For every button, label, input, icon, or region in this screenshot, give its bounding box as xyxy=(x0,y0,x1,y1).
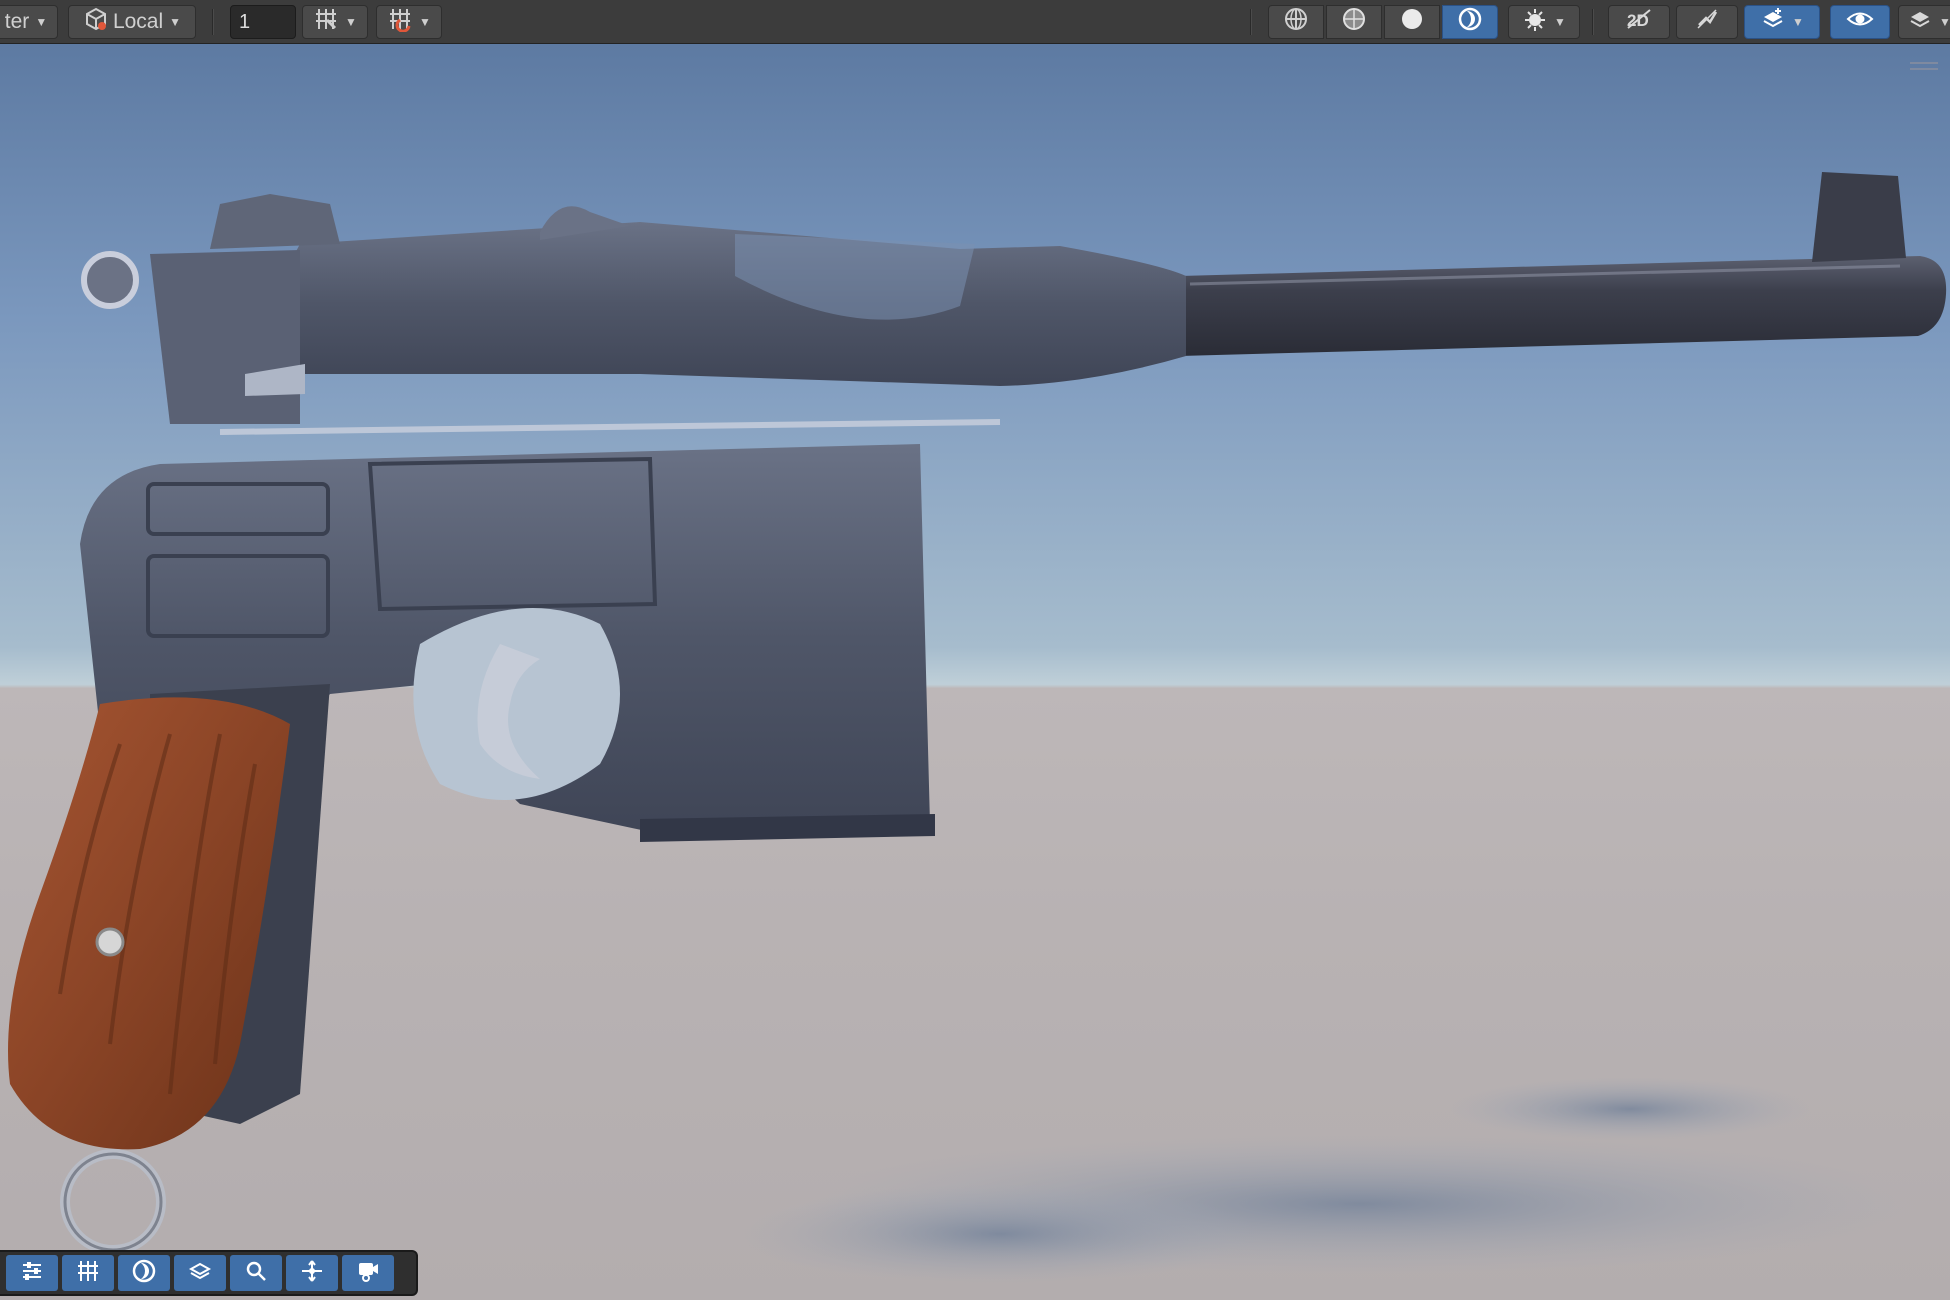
grid-size-field[interactable]: 1 xyxy=(230,5,296,39)
2d-mode-button[interactable]: 2D xyxy=(1608,5,1670,39)
effects-dropdown[interactable]: ▼ xyxy=(1508,5,1580,39)
chevron-down-icon: ▼ xyxy=(169,15,182,29)
audio-mute-icon xyxy=(1694,6,1720,38)
scene-render xyxy=(8,172,1947,1284)
toolbar-separator xyxy=(212,9,214,35)
search-button[interactable] xyxy=(230,1255,282,1291)
shaded-wireframe-icon xyxy=(1341,6,1367,38)
chevron-down-icon: ▼ xyxy=(1554,15,1566,29)
shaded-draw-button[interactable] xyxy=(1384,5,1440,39)
grid-snap-icon xyxy=(313,6,339,38)
chevron-down-icon: ▼ xyxy=(1792,15,1804,29)
chevron-down-icon: ▼ xyxy=(345,15,357,29)
tool-settings-button[interactable] xyxy=(6,1255,58,1291)
search-icon xyxy=(243,1258,269,1289)
toolbar-separator xyxy=(1250,9,1252,35)
scene-visibility-button[interactable] xyxy=(1830,5,1890,39)
tool-settings-icon xyxy=(19,1258,45,1289)
pivot-move-icon xyxy=(299,1258,325,1289)
chevron-down-icon: ▼ xyxy=(35,15,48,29)
lighting-icon xyxy=(1457,6,1483,38)
pivot-mode-dropdown[interactable]: ter ▼ xyxy=(0,5,58,39)
ground-shadow xyxy=(740,1077,1920,1284)
scene-view-window: ter ▼ Local ▼ 1 ▼ ▼ ▼ ▼ ▼ xyxy=(0,0,1950,1300)
orientation-icon xyxy=(187,1258,213,1289)
lit-draw-button[interactable] xyxy=(1442,5,1498,39)
wireframe-icon xyxy=(1283,6,1309,38)
audio-mute-button[interactable] xyxy=(1676,5,1738,39)
chevron-down-icon: ▼ xyxy=(1939,15,1950,29)
space-label: Local xyxy=(112,10,164,33)
local-space-icon xyxy=(83,6,109,38)
render-mode-button[interactable] xyxy=(118,1255,170,1291)
scene-viewport[interactable] xyxy=(0,44,1950,1300)
gizmos-dropdown[interactable]: ▼ xyxy=(1744,5,1820,39)
2d-icon: 2D xyxy=(1625,6,1653,38)
chevron-down-icon: ▼ xyxy=(419,15,431,29)
grid-snap-dropdown[interactable]: ▼ xyxy=(302,5,368,39)
orientation-button[interactable] xyxy=(174,1255,226,1291)
grid-settings-button[interactable] xyxy=(62,1255,114,1291)
gizmos-icon xyxy=(1760,6,1786,38)
increment-snap-icon xyxy=(387,6,413,38)
pivot-mode-label: ter xyxy=(4,10,30,33)
pivot-move-button[interactable] xyxy=(286,1255,338,1291)
shaded-icon xyxy=(1399,6,1425,38)
render-mode-icon xyxy=(131,1258,157,1289)
camera-icon xyxy=(355,1258,381,1289)
camera-button[interactable] xyxy=(342,1255,394,1291)
space-dropdown[interactable]: Local ▼ xyxy=(68,5,196,39)
overlay-toolbar xyxy=(0,1250,418,1296)
layers-icon xyxy=(1907,6,1933,38)
effects-icon xyxy=(1522,6,1548,38)
scene-toolbar: ter ▼ Local ▼ 1 ▼ ▼ ▼ ▼ ▼ xyxy=(0,0,1950,44)
increment-snap-dropdown[interactable]: ▼ xyxy=(376,5,442,39)
viewport-drag-handle[interactable] xyxy=(1910,62,1938,74)
grid-icon xyxy=(75,1258,101,1289)
toolbar-separator xyxy=(1592,9,1594,35)
shaded-wireframe-draw-button[interactable] xyxy=(1326,5,1382,39)
layers-dropdown[interactable]: ▼ xyxy=(1898,5,1950,39)
wireframe-draw-button[interactable] xyxy=(1268,5,1324,39)
visibility-icon xyxy=(1846,6,1874,38)
